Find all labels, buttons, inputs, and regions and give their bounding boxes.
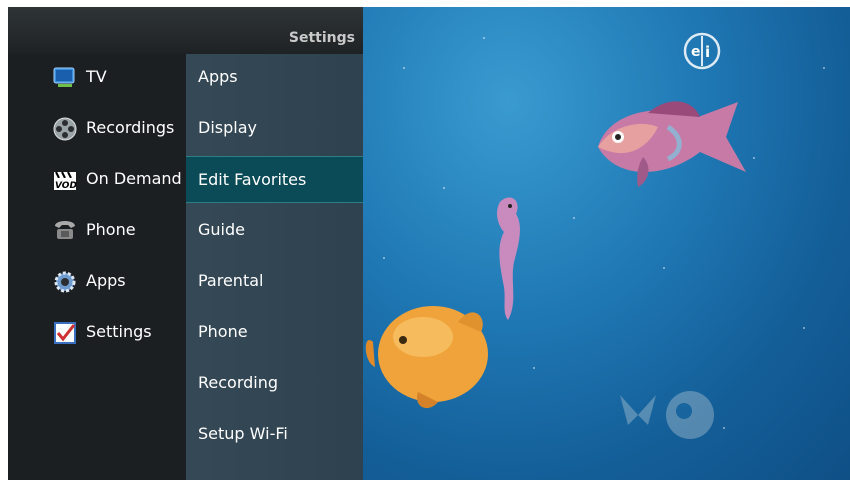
vod-clapperboard-icon: VOD xyxy=(54,171,77,191)
main-menu-label: Phone xyxy=(86,220,136,239)
settings-item-label: Setup Wi-Fi xyxy=(198,424,288,443)
main-menu-label: TV xyxy=(86,67,107,86)
settings-item-label: Phone xyxy=(198,322,248,341)
settings-item-edit-favorites[interactable]: Edit Favorites xyxy=(186,156,363,203)
pufferfish-image xyxy=(365,306,488,409)
settings-item-label: Guide xyxy=(198,220,245,239)
svg-text:VOD: VOD xyxy=(55,181,77,191)
main-menu-item-phone[interactable]: Phone xyxy=(8,212,186,252)
main-menu-item-settings[interactable]: Settings xyxy=(8,314,186,354)
main-menu-item-tv[interactable]: TV xyxy=(8,59,186,99)
settings-item-label: Display xyxy=(198,118,257,137)
settings-item-parental[interactable]: Parental xyxy=(186,258,363,305)
settings-item-label: Edit Favorites xyxy=(198,170,307,189)
tv-icon xyxy=(53,67,75,87)
seahorse-image xyxy=(497,197,520,320)
main-menu-label: Settings xyxy=(86,322,152,341)
pbs-watermark-logo xyxy=(620,391,714,439)
settings-submenu: Apps Display Edit Favorites Guide Parent… xyxy=(186,54,363,480)
page-title: Settings xyxy=(288,30,355,46)
settings-item-label: Apps xyxy=(198,67,238,86)
header-bar: Settings xyxy=(8,7,363,54)
main-menu-item-recordings[interactable]: Recordings xyxy=(8,110,186,150)
film-reel-icon xyxy=(53,117,77,141)
phone-icon xyxy=(55,221,75,239)
svg-text:e: e xyxy=(691,44,701,60)
settings-item-phone[interactable]: Phone xyxy=(186,309,363,356)
main-menu-label: Apps xyxy=(86,271,126,290)
checkbox-icon xyxy=(54,322,76,344)
settings-item-guide[interactable]: Guide xyxy=(186,207,363,254)
settings-item-recording[interactable]: Recording xyxy=(186,360,363,407)
settings-item-display[interactable]: Display xyxy=(186,105,363,152)
settings-item-label: Parental xyxy=(198,271,264,290)
svg-text:i: i xyxy=(705,43,710,61)
main-menu-label: Recordings xyxy=(86,118,175,137)
main-menu: TV Recordings VOD On Demand Phone Apps S… xyxy=(8,7,186,480)
gear-icon xyxy=(54,271,76,293)
main-menu-label: On Demand xyxy=(86,169,182,188)
tv-screen: e i TV Recordings VOD On Demand Phone Ap… xyxy=(8,7,850,480)
fish-image xyxy=(598,101,746,187)
video-background: e i xyxy=(363,7,850,480)
main-menu-item-on-demand[interactable]: VOD On Demand xyxy=(8,161,186,201)
ei-logo: e i xyxy=(683,32,721,70)
main-menu-item-apps[interactable]: Apps xyxy=(8,263,186,303)
settings-item-label: Recording xyxy=(198,373,279,392)
settings-item-apps[interactable]: Apps xyxy=(186,54,363,101)
settings-item-setup-wifi[interactable]: Setup Wi-Fi xyxy=(186,411,363,458)
